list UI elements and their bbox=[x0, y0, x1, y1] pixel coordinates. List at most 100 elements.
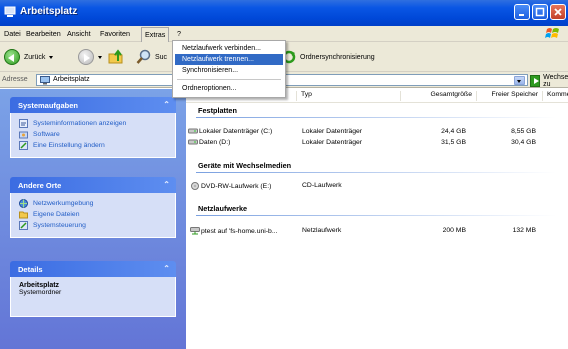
task-label: Systemsteuerung bbox=[33, 222, 86, 229]
drive-total: 24,4 GB bbox=[441, 128, 466, 135]
task-system-info[interactable]: Systeminformationen anzeigen bbox=[19, 118, 169, 129]
menu-datei[interactable]: Datei bbox=[4, 29, 21, 38]
group-divider bbox=[196, 172, 556, 173]
hard-drive-icon bbox=[188, 128, 198, 134]
place-network[interactable]: Netzwerkumgebung bbox=[19, 198, 169, 209]
back-button[interactable]: Zurück bbox=[4, 46, 54, 68]
system-info-icon bbox=[19, 119, 28, 128]
folder-icon bbox=[19, 211, 28, 219]
go-label: Wechseln zu bbox=[543, 74, 568, 88]
system-tasks-panel: Systemaufgaben ⌃ Systeminformationen anz… bbox=[10, 97, 176, 158]
title-bar: Arbeitsplatz bbox=[0, 0, 568, 26]
menu-extras[interactable]: Extras bbox=[141, 27, 170, 42]
chevron-down-icon bbox=[517, 80, 521, 83]
extras-dropdown-menu: Netzlaufwerk verbinden... Netzlaufwerk t… bbox=[172, 40, 286, 98]
menu-help[interactable]: ? bbox=[177, 29, 181, 38]
drive-type: Lokaler Datenträger bbox=[302, 128, 363, 135]
close-icon bbox=[554, 8, 562, 16]
other-places-header[interactable]: Andere Orte ⌃ bbox=[10, 177, 176, 193]
task-label: Eigene Dateien bbox=[33, 211, 80, 218]
other-places-panel: Andere Orte ⌃ Netzwerkumgebung Eigene Da… bbox=[10, 177, 176, 238]
group-divider bbox=[196, 117, 556, 118]
sync-label: Ordnersynchronisierung bbox=[300, 53, 375, 61]
minimize-button[interactable] bbox=[514, 4, 530, 20]
drive-row[interactable]: DVD-RW-Laufwerk (E:) CD-Laufwerk bbox=[186, 181, 568, 192]
drive-type: Netzlaufwerk bbox=[302, 227, 342, 234]
system-tasks-header[interactable]: Systemaufgaben ⌃ bbox=[10, 97, 176, 113]
folder-sync-button[interactable]: Ordnersynchronisierung bbox=[282, 46, 375, 68]
address-dropdown-button[interactable] bbox=[514, 76, 525, 85]
up-folder-button[interactable] bbox=[108, 46, 124, 68]
go-button[interactable]: Wechseln zu bbox=[530, 74, 568, 88]
search-icon bbox=[136, 49, 151, 64]
details-name: Arbeitsplatz bbox=[19, 282, 60, 289]
windows-logo-icon bbox=[545, 28, 559, 38]
details-body: Arbeitsplatz Systemordner bbox=[10, 277, 176, 317]
system-tasks-title: Systemaufgaben bbox=[18, 101, 79, 110]
network-icon bbox=[19, 199, 28, 208]
drive-free: 132 MB bbox=[512, 227, 536, 234]
minimize-icon bbox=[519, 14, 524, 16]
drive-name: ptest auf 'fs-home.uni-b... bbox=[201, 227, 278, 235]
task-label: Eine Einstellung ändern bbox=[33, 142, 105, 149]
collapse-icon[interactable]: ⌃ bbox=[163, 180, 170, 189]
back-label: Zurück bbox=[24, 53, 46, 61]
menu-item-synchronize[interactable]: Synchronisieren... bbox=[175, 65, 283, 76]
drive-row[interactable]: Lokaler Datenträger (C:) Lokaler Datentr… bbox=[186, 127, 568, 138]
drive-row[interactable]: ptest auf 'fs-home.uni-b... Netzlaufwerk… bbox=[186, 226, 568, 237]
other-places-title: Andere Orte bbox=[18, 181, 62, 190]
task-label: Software bbox=[33, 131, 60, 138]
drive-free: 30,4 GB bbox=[511, 139, 536, 146]
place-control-panel[interactable]: Systemsteuerung bbox=[19, 220, 169, 231]
other-places-body: Netzwerkumgebung Eigene Dateien Systemst… bbox=[10, 193, 176, 238]
task-label: Netzwerkumgebung bbox=[33, 200, 94, 207]
drive-type: Lokaler Datenträger bbox=[302, 139, 363, 146]
maximize-button[interactable] bbox=[532, 4, 548, 20]
column-free-space[interactable]: Freier Speicher bbox=[476, 91, 542, 101]
search-button[interactable]: Suc bbox=[136, 46, 167, 68]
chevron-down-icon bbox=[98, 55, 102, 59]
file-list: Typ Gesamtgröße Freier Speicher Komme Fe… bbox=[186, 89, 568, 349]
drive-name: Daten (D:) bbox=[199, 139, 231, 146]
close-button[interactable] bbox=[550, 4, 566, 20]
collapse-icon[interactable]: ⌃ bbox=[163, 264, 170, 273]
group-divider bbox=[196, 215, 556, 216]
forward-arrow-icon bbox=[78, 49, 94, 65]
group-removable-media: Geräte mit Wechselmedien bbox=[198, 161, 292, 170]
column-type[interactable]: Typ bbox=[296, 91, 312, 101]
computer-icon bbox=[4, 6, 16, 17]
system-tasks-body: Systeminformationen anzeigen Software Ei… bbox=[10, 113, 176, 158]
forward-button[interactable] bbox=[78, 46, 102, 68]
drive-row[interactable]: Daten (D:) Lokaler Datenträger 31,5 GB 3… bbox=[186, 138, 568, 149]
drive-total: 31,5 GB bbox=[441, 139, 466, 146]
back-arrow-icon bbox=[4, 49, 20, 65]
collapse-icon[interactable]: ⌃ bbox=[163, 100, 170, 109]
address-label: Adresse bbox=[2, 76, 28, 83]
network-drive-icon bbox=[190, 227, 200, 235]
task-software[interactable]: Software bbox=[19, 129, 169, 140]
group-network-drives: Netzlaufwerke bbox=[198, 204, 248, 213]
task-change-setting[interactable]: Eine Einstellung ändern bbox=[19, 140, 169, 151]
group-hard-drives: Festplatten bbox=[198, 106, 237, 115]
control-panel-icon bbox=[19, 221, 28, 230]
details-title: Details bbox=[18, 265, 43, 274]
column-comment[interactable]: Komme bbox=[542, 91, 568, 101]
dvd-drive-icon bbox=[191, 182, 199, 190]
task-label: Systeminformationen anzeigen bbox=[33, 120, 127, 127]
column-total-size[interactable]: Gesamtgröße bbox=[400, 91, 476, 101]
menu-bearbeiten[interactable]: Bearbeiten bbox=[26, 29, 61, 38]
window-title: Arbeitsplatz bbox=[20, 6, 78, 17]
menu-item-disconnect-drive[interactable]: Netzlaufwerk trennen... bbox=[175, 54, 283, 65]
go-arrow-icon bbox=[530, 75, 541, 87]
place-my-documents[interactable]: Eigene Dateien bbox=[19, 209, 169, 220]
details-header[interactable]: Details ⌃ bbox=[10, 261, 176, 277]
software-icon bbox=[19, 131, 28, 139]
menu-ansicht[interactable]: Ansicht bbox=[67, 29, 91, 38]
menu-favoriten[interactable]: Favoriten bbox=[100, 29, 130, 38]
details-kind: Systemordner bbox=[19, 289, 62, 296]
address-value: Arbeitsplatz bbox=[53, 76, 90, 83]
menu-item-map-drive[interactable]: Netzlaufwerk verbinden... bbox=[175, 43, 283, 54]
drive-type: CD-Laufwerk bbox=[302, 182, 342, 189]
task-pane: Systemaufgaben ⌃ Systeminformationen anz… bbox=[0, 89, 186, 349]
menu-item-folder-options[interactable]: Ordneroptionen... bbox=[175, 83, 283, 94]
